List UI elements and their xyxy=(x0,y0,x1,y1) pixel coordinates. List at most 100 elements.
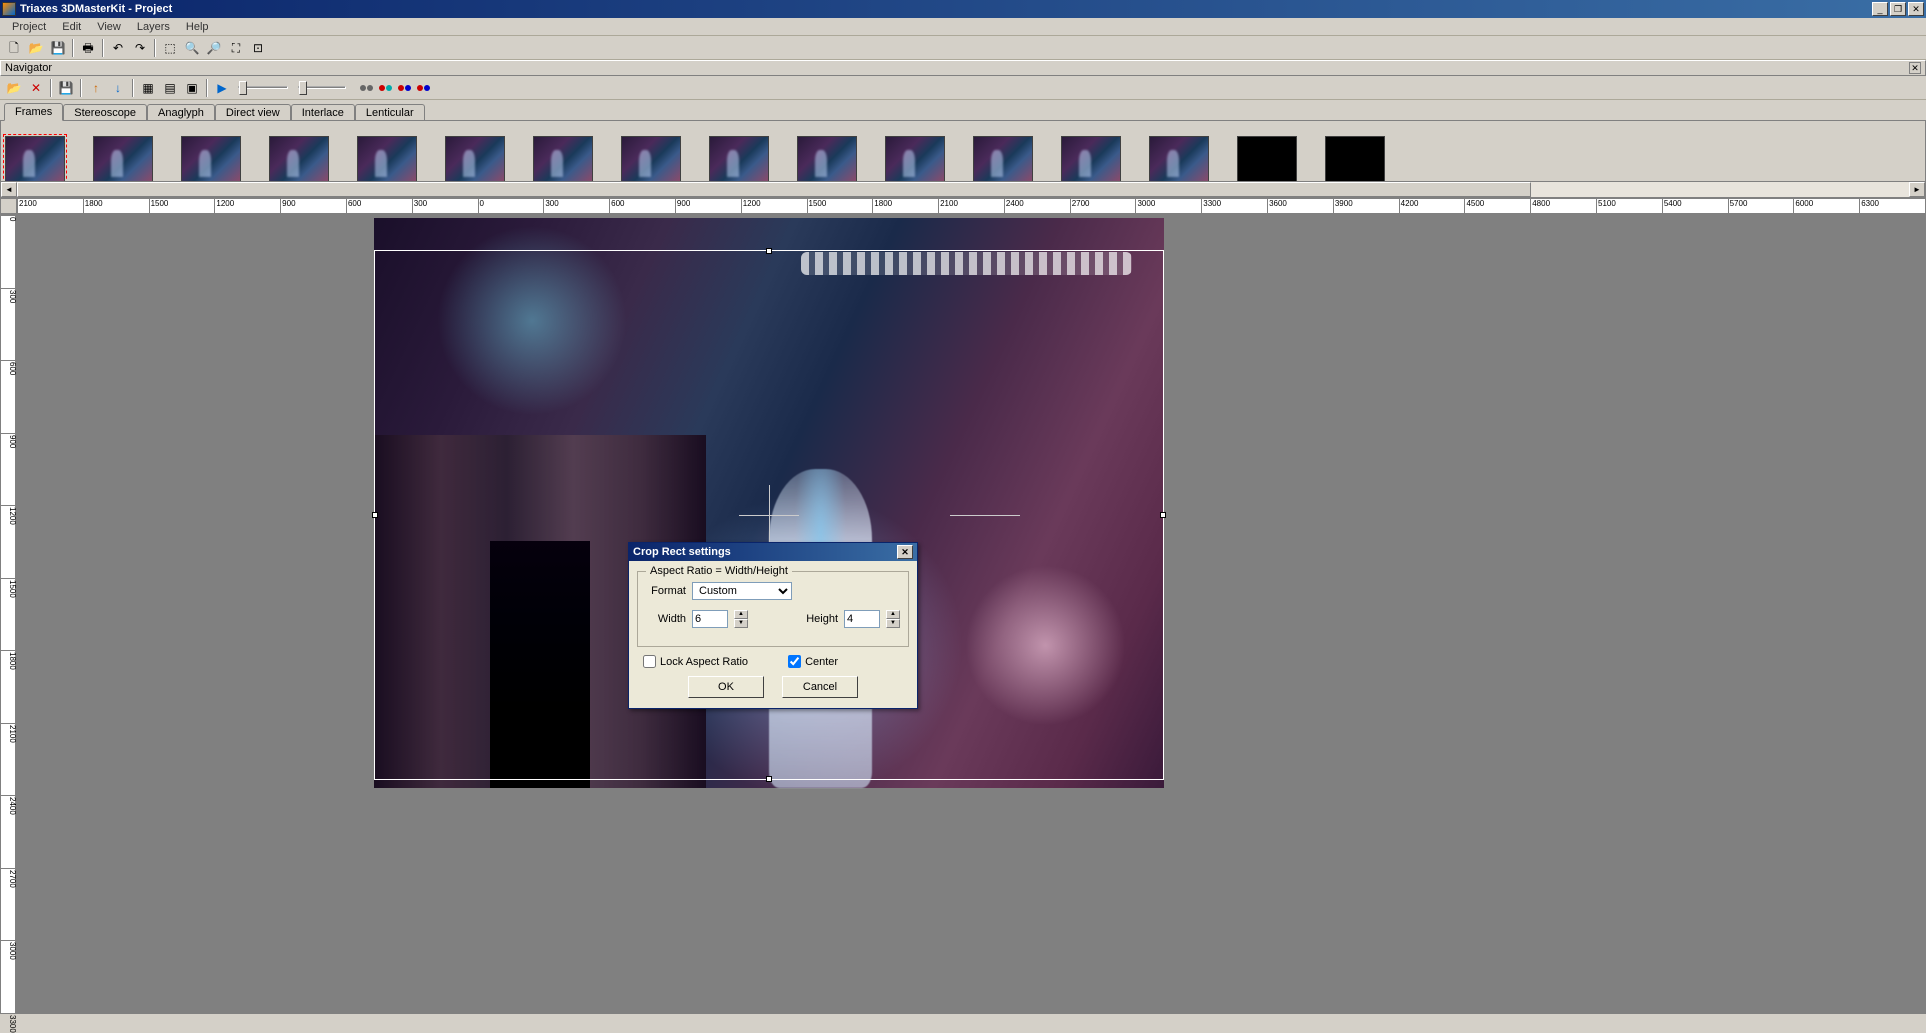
sort-asc-icon[interactable]: ↑ xyxy=(86,78,106,98)
dialog-close-icon[interactable]: ✕ xyxy=(897,545,913,559)
format-select[interactable]: Custom xyxy=(692,582,792,600)
ruler-tick: 5100 xyxy=(1596,199,1616,214)
ruler-tick: 900 xyxy=(280,199,295,214)
thumbnail[interactable] xyxy=(1149,136,1209,182)
thumbnail[interactable] xyxy=(797,136,857,182)
print-preview-icon[interactable]: 🖶 xyxy=(78,38,98,58)
aspect-ratio-group: Aspect Ratio = Width/Height Format Custo… xyxy=(637,571,909,647)
scroll-thumb[interactable] xyxy=(17,182,1531,197)
thumbnail-scrollbar[interactable]: ◄ ► xyxy=(1,181,1925,197)
lock-aspect-input[interactable] xyxy=(643,655,656,668)
ruler-tick: 1200 xyxy=(214,199,234,214)
position-slider[interactable] xyxy=(298,86,346,89)
center-checkbox[interactable]: Center xyxy=(788,655,838,668)
restore-button[interactable]: ❐ xyxy=(1890,2,1906,16)
zoom-out-icon[interactable]: 🔎 xyxy=(204,38,224,58)
ruler-tick: 6000 xyxy=(1793,199,1813,214)
thumbnail[interactable] xyxy=(533,136,593,182)
navigator-toolbar: 📂 ✕ 💾 ↑ ↓ ▦ ▤ ▣ ▶ xyxy=(0,76,1926,100)
anaglyph-rb-icon[interactable] xyxy=(398,85,411,91)
navigator-close-icon[interactable]: ✕ xyxy=(1909,62,1921,74)
stereo-pair-icon[interactable] xyxy=(360,85,373,91)
lock-aspect-checkbox[interactable]: Lock Aspect Ratio xyxy=(643,655,748,668)
play-icon[interactable]: ▶ xyxy=(212,78,232,98)
cancel-button[interactable]: Cancel xyxy=(782,676,858,698)
thumbnail[interactable] xyxy=(181,136,241,182)
nav-open-icon[interactable]: 📂 xyxy=(4,78,24,98)
spin-down-icon[interactable]: ▼ xyxy=(886,619,900,628)
zoom-1to1-icon[interactable]: ⊡ xyxy=(248,38,268,58)
thumbnail[interactable] xyxy=(709,136,769,182)
crop-handle-bottom[interactable] xyxy=(766,776,772,782)
tab-stereoscope[interactable]: Stereoscope xyxy=(63,104,147,121)
sort-desc-icon[interactable]: ↓ xyxy=(108,78,128,98)
close-button[interactable]: ✕ xyxy=(1908,2,1924,16)
menu-layers[interactable]: Layers xyxy=(129,19,178,35)
center-input[interactable] xyxy=(788,655,801,668)
crop-handle-right[interactable] xyxy=(1160,512,1166,518)
redo-icon[interactable]: ↷ xyxy=(130,38,150,58)
width-label: Width xyxy=(646,613,686,625)
layout-2-icon[interactable]: ▤ xyxy=(160,78,180,98)
menu-help[interactable]: Help xyxy=(178,19,217,35)
zoom-in-icon[interactable]: 🔍 xyxy=(182,38,202,58)
nav-delete-icon[interactable]: ✕ xyxy=(26,78,46,98)
width-input[interactable] xyxy=(692,610,728,628)
ruler-tick: 600 xyxy=(1,360,17,375)
menu-project[interactable]: Project xyxy=(4,19,54,35)
height-label: Height xyxy=(798,613,838,625)
thumbnail[interactable] xyxy=(357,136,417,182)
canvas-area[interactable]: Crop Rect settings ✕ Aspect Ratio = Widt… xyxy=(16,214,1926,1014)
separator xyxy=(80,79,82,97)
scroll-track[interactable] xyxy=(17,182,1909,197)
thumbnail[interactable] xyxy=(973,136,1033,182)
thumbnail[interactable] xyxy=(1325,136,1385,182)
height-input[interactable] xyxy=(844,610,880,628)
anaglyph-single-icon[interactable] xyxy=(417,85,430,91)
tab-frames[interactable]: Frames xyxy=(4,103,63,121)
thumbnail[interactable] xyxy=(269,136,329,182)
thumbnail[interactable] xyxy=(885,136,945,182)
thumbnail[interactable] xyxy=(93,136,153,182)
separator xyxy=(154,39,156,57)
thumbnail[interactable] xyxy=(5,136,65,182)
separator xyxy=(132,79,134,97)
thumbnail[interactable] xyxy=(621,136,681,182)
zoom-rect-icon[interactable]: ⬚ xyxy=(160,38,180,58)
tab-anaglyph[interactable]: Anaglyph xyxy=(147,104,215,121)
scroll-right-icon[interactable]: ► xyxy=(1909,182,1925,197)
ruler-tick: 600 xyxy=(609,199,624,214)
tab-interlace[interactable]: Interlace xyxy=(291,104,355,121)
undo-icon[interactable]: ↶ xyxy=(108,38,128,58)
speed-slider[interactable] xyxy=(238,86,288,89)
thumbnail[interactable] xyxy=(1061,136,1121,182)
thumbnail[interactable] xyxy=(445,136,505,182)
ruler-tick: 1500 xyxy=(149,199,169,214)
window-title: Triaxes 3DMasterKit - Project xyxy=(20,3,1870,15)
layout-1-icon[interactable]: ▦ xyxy=(138,78,158,98)
crop-handle-top[interactable] xyxy=(766,248,772,254)
spin-down-icon[interactable]: ▼ xyxy=(734,619,748,628)
minimize-button[interactable]: _ xyxy=(1872,2,1888,16)
open-folder-icon[interactable]: 📂 xyxy=(26,38,46,58)
ok-button[interactable]: OK xyxy=(688,676,764,698)
width-spinner[interactable]: ▲ ▼ xyxy=(734,610,748,628)
crop-handle-left[interactable] xyxy=(372,512,378,518)
scroll-left-icon[interactable]: ◄ xyxy=(1,182,17,197)
zoom-fit-icon[interactable]: ⛶ xyxy=(226,38,246,58)
tab-lenticular[interactable]: Lenticular xyxy=(355,104,425,121)
spin-up-icon[interactable]: ▲ xyxy=(734,610,748,619)
spin-up-icon[interactable]: ▲ xyxy=(886,610,900,619)
ruler-tick: 3300 xyxy=(1,1013,17,1033)
save-icon[interactable]: 💾 xyxy=(48,38,68,58)
thumbnail[interactable] xyxy=(1237,136,1297,182)
new-file-icon[interactable]: 🗋 xyxy=(4,38,24,58)
layout-4-icon[interactable]: ▣ xyxy=(182,78,202,98)
menu-view[interactable]: View xyxy=(89,19,129,35)
menu-edit[interactable]: Edit xyxy=(54,19,89,35)
dialog-titlebar[interactable]: Crop Rect settings ✕ xyxy=(629,543,917,561)
anaglyph-rc-icon[interactable] xyxy=(379,85,392,91)
height-spinner[interactable]: ▲ ▼ xyxy=(886,610,900,628)
nav-save-icon[interactable]: 💾 xyxy=(56,78,76,98)
tab-direct-view[interactable]: Direct view xyxy=(215,104,291,121)
